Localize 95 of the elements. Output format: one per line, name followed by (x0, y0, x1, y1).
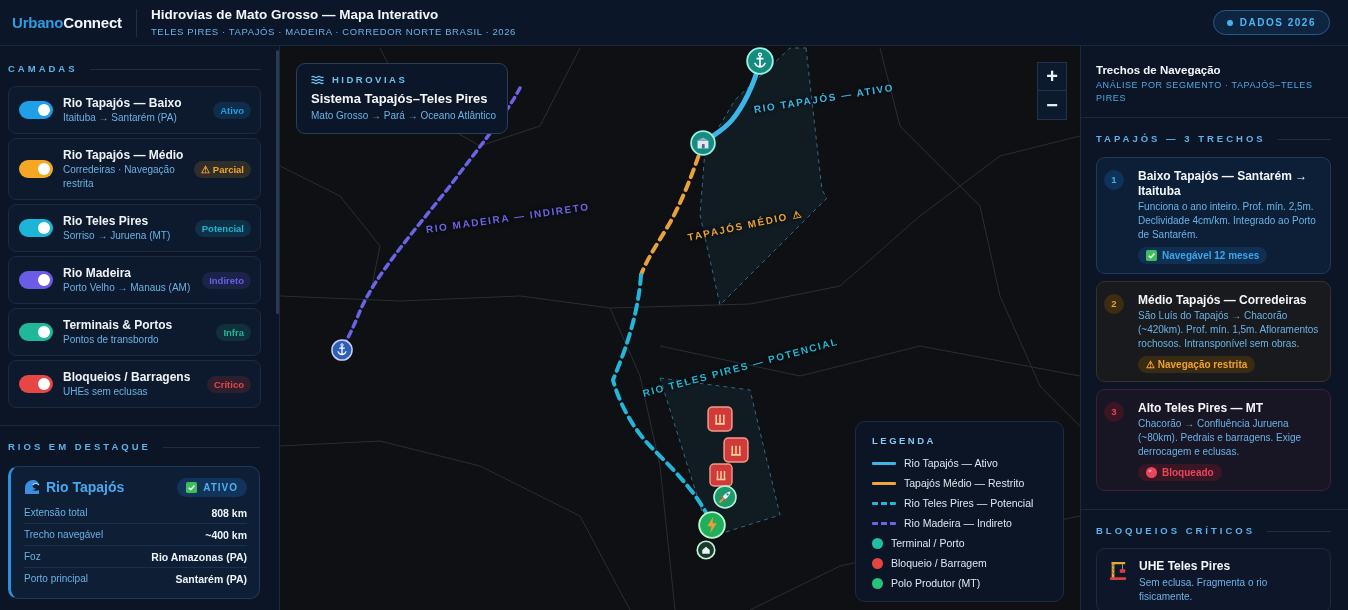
dam-marker-icon[interactable] (707, 406, 733, 432)
layer-subtitle: Pontos de transbordo (63, 333, 160, 347)
step-number: 1 (1104, 170, 1124, 190)
status-badge: Potencial (194, 219, 251, 237)
status-text: ATIVO (203, 481, 238, 493)
badge-label: DADOS 2026 (1239, 17, 1316, 28)
info-kicker: HIDROVIAS (332, 73, 408, 86)
detail-value: Rio Amazonas (PA) (151, 550, 247, 563)
crane-icon (1109, 561, 1127, 581)
layer-toggle[interactable] (19, 323, 53, 341)
layer-toggle[interactable] (19, 271, 53, 289)
layer-title: Terminais & Portos (63, 317, 174, 333)
layer-toggle[interactable] (19, 101, 53, 119)
page-subtitle: TELES PIRES · TAPAJÓS · MADEIRA · CORREDOR NORTE BRASIL · 2026 (150, 25, 516, 38)
warehouse-marker-icon[interactable] (690, 130, 716, 156)
zoom-in-button[interactable]: + (1037, 62, 1067, 91)
segment-title: Alto Teles Pires — MT (1138, 401, 1265, 416)
detail-value: 808 km (211, 506, 247, 519)
layer-card[interactable]: Rio Madeira Porto Velho → Manaus (AM) Indireto (8, 256, 261, 304)
detail-label: Trecho navegável (24, 529, 104, 540)
info-title: Sistema Tapajós–Teles Pires (311, 90, 489, 107)
legend-label: Rio Madeira — Indireto (904, 517, 1012, 529)
segment-title: Médio Tapajós — Corredeiras (1138, 293, 1308, 308)
status-text: ⚠ Navegação restrita (1146, 359, 1248, 370)
lightning-marker-icon[interactable] (698, 511, 726, 539)
legend-label: Rio Tapajós — Ativo (904, 457, 998, 469)
legend-label: Terminal / Porto (891, 537, 965, 549)
wave-icon (24, 479, 40, 495)
segment-description: Funciona o ano inteiro. Prof. mín. 2,5m. Declividade 4cm/km. Integrado ao Porto de Santarém. (1138, 200, 1317, 242)
detail-label: Foz (24, 551, 41, 562)
layer-title: Rio Tapajós — Baixo (63, 95, 183, 111)
status-badge: Infra (216, 323, 251, 341)
segment-description: Chacorão → Confluência Juruena (~80km). Pedrais e barragens. Exige derrocagem e eclusas. (1138, 417, 1303, 459)
dam-marker-icon[interactable] (723, 437, 749, 463)
check-icon (1146, 250, 1157, 261)
legend-label: Bloqueio / Barragem (891, 557, 987, 569)
rocket-marker-icon[interactable] (713, 485, 737, 509)
detail-value: ~400 km (205, 528, 247, 541)
layer-title: Bloqueios / Barragens (63, 369, 192, 385)
layer-subtitle: Sorriso → Juruena (MT) (63, 229, 172, 243)
layer-card[interactable]: Rio Tapajós — Baixo Itaituba → Santarém (PA) Ativo (8, 86, 261, 134)
section-heading: CAMADAS (8, 62, 78, 76)
river-title: Rio Tapajós (46, 479, 125, 495)
layer-toggle[interactable] (19, 160, 53, 178)
step-number: 2 (1104, 294, 1124, 314)
check-icon (186, 481, 198, 493)
status-badge: Indireto (202, 271, 251, 289)
detail-label: Extensão total (24, 507, 88, 518)
legend-label: Polo Produtor (MT) (891, 577, 981, 589)
layer-card[interactable]: Terminais & Portos Pontos de transbordo Infra (8, 308, 261, 356)
legend-label: Rio Teles Pires — Potencial (904, 497, 1034, 509)
layer-card[interactable]: Rio Tapajós — Médio Corredeiras · Navegação restrita ⚠ Parcial (8, 138, 261, 200)
anchor-marker-icon[interactable] (331, 339, 353, 361)
layer-subtitle: Porto Velho → Manaus (AM) (63, 281, 192, 295)
route-label: RIO TAPAJÓS — ATIVO (752, 80, 896, 117)
blocking-title: UHE Teles Pires (1139, 559, 1232, 574)
status-dot-icon (1226, 19, 1233, 26)
anchor-marker-icon[interactable] (746, 47, 774, 75)
layer-title: Rio Tapajós — Médio (63, 147, 185, 163)
status-dot-icon (1146, 467, 1157, 478)
waves-icon (311, 74, 324, 85)
layer-subtitle: Corredeiras · Navegação restrita (63, 163, 176, 191)
house-marker-icon[interactable] (696, 540, 716, 560)
legend-title: LEGENDA (872, 434, 937, 448)
section-heading: RIOS EM DESTAQUE (8, 440, 151, 454)
route-label: RIO MADEIRA — INDIRETO (424, 200, 591, 237)
status-text: Bloqueado (1162, 467, 1214, 478)
blocking-description: Sem eclusa. Fragmenta o rio fisicamente. (1139, 576, 1269, 604)
layer-subtitle: Itaituba → Santarém (PA) (63, 111, 178, 125)
layer-title: Rio Madeira (63, 265, 132, 281)
panel-subtitle: ANÁLISE POR SEGMENTO · TAPAJÓS–TELES PIRES (1096, 79, 1314, 105)
segment-title: Baixo Tapajós — Santarém → Itaituba (1138, 169, 1309, 199)
layer-title: Rio Teles Pires (63, 213, 150, 229)
step-number: 3 (1104, 402, 1124, 422)
dam-marker-icon[interactable] (709, 463, 733, 487)
detail-label: Porto principal (24, 573, 88, 584)
section-heading: BLOQUEIOS CRÍTICOS (1096, 524, 1256, 538)
status-text: Navegável 12 meses (1162, 250, 1260, 261)
page-title: Hidrovias de Mato Grosso — Mapa Interativo (150, 7, 440, 23)
legend-label: Tapajós Médio — Restrito (904, 477, 1025, 489)
scrollbar-thumb[interactable] (276, 50, 279, 314)
layer-subtitle: UHEs sem eclusas (63, 385, 149, 399)
layer-toggle[interactable] (19, 375, 53, 393)
status-badge: Crítico (206, 375, 251, 393)
section-heading: TAPAJÓS — 3 TRECHOS (1096, 132, 1266, 146)
detail-value: Santarém (PA) (175, 572, 247, 585)
layer-card[interactable]: Bloqueios / Barragens UHEs sem eclusas Crítico (8, 360, 261, 408)
layer-card[interactable]: Rio Teles Pires Sorriso → Juruena (MT) Potencial (8, 204, 261, 252)
zoom-out-button[interactable]: − (1037, 91, 1067, 120)
layer-toggle[interactable] (19, 219, 53, 237)
status-badge: ⚠ Parcial (194, 160, 251, 178)
panel-title: Trechos de Navegação (1096, 63, 1222, 77)
app-logo: UrbanoConnect (12, 14, 122, 31)
status-badge: Ativo (213, 101, 251, 119)
segment-description: São Luís do Tapajós → Chacorão (~420km). Prof. mín. 1,5m. Afloramentos rochosos. Intransponível sem obras. (1138, 309, 1319, 351)
